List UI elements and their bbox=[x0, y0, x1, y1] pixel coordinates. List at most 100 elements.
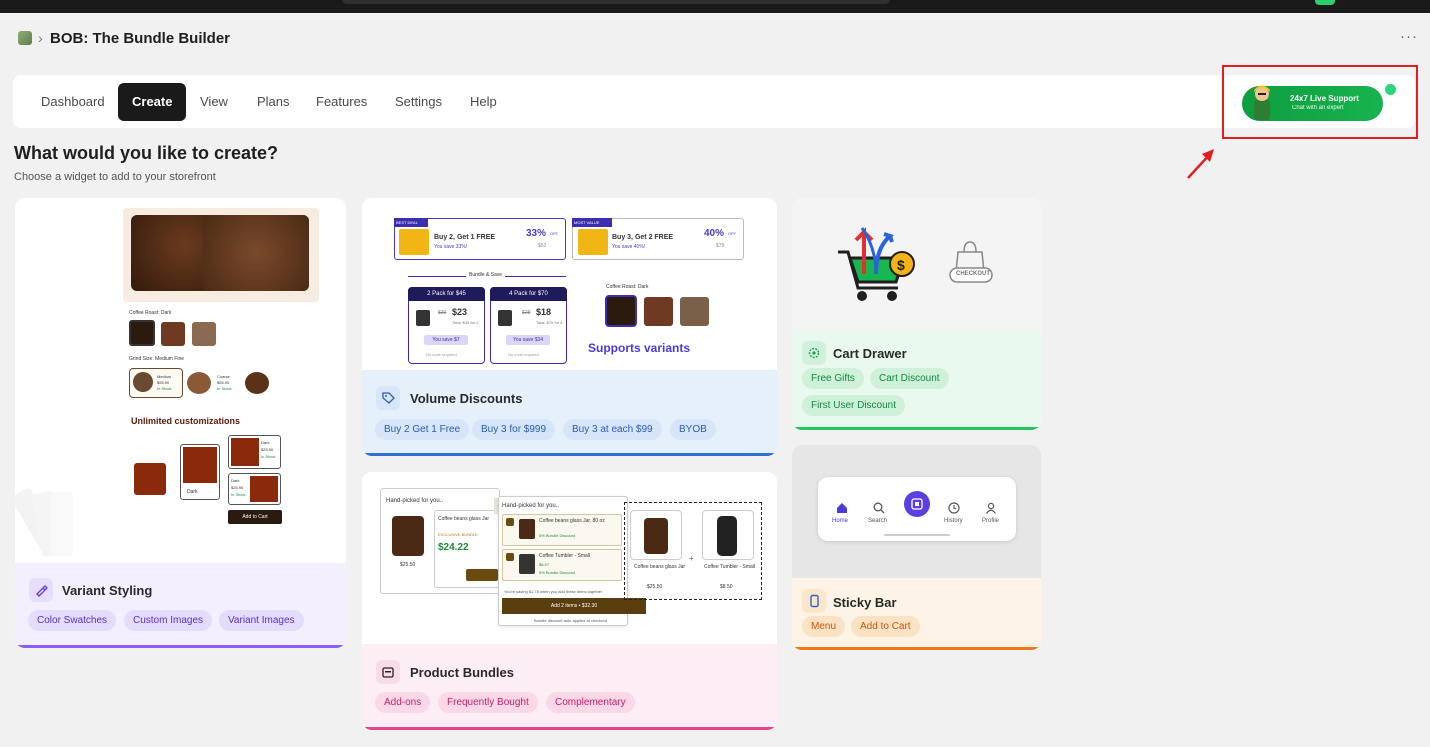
grind-label: Grind Size: Medium Fine bbox=[129, 356, 185, 362]
chip-cart-discount[interactable]: Cart Discount bbox=[870, 368, 949, 389]
dark-swatch-label: Dark bbox=[261, 440, 270, 445]
support-agent-icon bbox=[1254, 85, 1270, 120]
dark-swatch-label: Dark bbox=[231, 478, 240, 483]
tab-settings[interactable]: Settings bbox=[381, 83, 456, 121]
preview-price: $25.50 bbox=[647, 584, 663, 590]
variant-card-footer bbox=[15, 563, 346, 648]
pack-was-price: $28 bbox=[522, 310, 531, 316]
checkout-bag-icon bbox=[949, 241, 993, 283]
chip-frequently-bought[interactable]: Frequently Bought bbox=[438, 692, 538, 713]
app-logo-icon[interactable] bbox=[18, 31, 32, 45]
deal-percent: 40% bbox=[704, 228, 725, 239]
scan-icon bbox=[904, 491, 930, 517]
handpicked-label: Hand-picked for you.. bbox=[502, 503, 560, 509]
chip-buy-3-each[interactable]: Buy 3 at each $99 bbox=[563, 419, 662, 440]
preview-add-to-cart: Add to Cart bbox=[228, 510, 282, 524]
bundles-preview-image: Hand-picked for you.. $25.50 Coffee bean… bbox=[362, 472, 777, 644]
live-support-button[interactable]: 24x7 Live Support Chat with an expert bbox=[1242, 85, 1383, 121]
gear-icon bbox=[802, 341, 826, 365]
support-title: 24x7 Live Support bbox=[1290, 94, 1359, 103]
pack-total: Total: $70 for 4 bbox=[536, 320, 563, 325]
chip-menu[interactable]: Menu bbox=[802, 616, 846, 637]
chip-complementary[interactable]: Complementary bbox=[546, 692, 635, 713]
tab-view[interactable]: View bbox=[186, 83, 242, 121]
chip-free-gifts[interactable]: Free Gifts bbox=[802, 368, 864, 389]
pack-total: Total: $45 for 2 bbox=[452, 320, 479, 325]
pack-header: 4 Pack for $70 bbox=[490, 287, 567, 301]
saving-note: You're saving $1.78 when you add these i… bbox=[504, 589, 603, 594]
customizations-caption: Unlimited customizations bbox=[131, 416, 241, 426]
coffee-beans-image bbox=[131, 215, 309, 291]
more-actions-button[interactable]: ··· bbox=[1400, 28, 1418, 45]
checkout-label: CHECKOUT bbox=[956, 271, 990, 277]
sticky-card-title: Sticky Bar bbox=[833, 595, 897, 610]
tab-create[interactable]: Create bbox=[118, 83, 187, 121]
deal-badge: BEST DEAL bbox=[394, 218, 428, 227]
chip-add-ons[interactable]: Add-ons bbox=[375, 692, 431, 713]
shopping-cart-icon: $ bbox=[838, 227, 915, 301]
variant-styling-card[interactable]: Coffee Roast: Dark Grind Size: Medium Fi… bbox=[15, 198, 346, 648]
pack-now-price: $18 bbox=[536, 307, 552, 317]
preview-price: $8.50 bbox=[720, 584, 733, 590]
deal-price: $52 bbox=[538, 243, 547, 249]
svg-text:$: $ bbox=[897, 257, 905, 273]
chip-first-user-discount[interactable]: First User Discount bbox=[802, 395, 906, 416]
volume-card-footer bbox=[362, 370, 777, 456]
chip-buy-2-get-1[interactable]: Buy 2 Get 1 Free bbox=[375, 419, 470, 440]
cart-card-accent bbox=[792, 427, 1041, 430]
sticky-bar-card[interactable]: Home Search History Profile Sticky Bar M… bbox=[792, 445, 1041, 650]
breadcrumb-separator: › bbox=[38, 30, 43, 46]
preview-item-name: Coffee beans glass Jar bbox=[634, 564, 686, 570]
grind-option-name: Coarse bbox=[217, 374, 230, 379]
no-code-note: No code required bbox=[426, 352, 457, 357]
chip-add-to-cart[interactable]: Add to Cart bbox=[851, 616, 920, 637]
volume-discounts-card[interactable]: BEST DEAL Buy 2, Get 1 FREE You save 33%… bbox=[362, 198, 777, 456]
chip-byob[interactable]: BYOB bbox=[670, 419, 716, 440]
grind-option-price: $55.90 bbox=[217, 380, 230, 385]
deal-title: Buy 2, Get 1 FREE bbox=[434, 234, 496, 241]
bundles-card-accent bbox=[362, 727, 777, 730]
tab-plans[interactable]: Plans bbox=[243, 83, 304, 121]
chip-buy-3-for[interactable]: Buy 3 for $999 bbox=[472, 419, 556, 440]
deal-off: OFF bbox=[550, 231, 558, 236]
chip-custom-images[interactable]: Custom Images bbox=[124, 610, 213, 631]
tab-help[interactable]: Help bbox=[456, 83, 511, 121]
volume-card-title: Volume Discounts bbox=[410, 391, 523, 406]
fine-print: Bundle discount auto applied at checkout bbox=[534, 618, 607, 623]
tab-features[interactable]: Features bbox=[302, 83, 381, 121]
sticky-card-footer bbox=[792, 578, 1041, 650]
chip-color-swatches[interactable]: Color Swatches bbox=[28, 610, 117, 631]
deal-save: You save 40%! bbox=[612, 244, 646, 250]
page-subtitle: Choose a widget to add to your storefron… bbox=[14, 171, 216, 183]
variant-card-accent bbox=[15, 645, 346, 648]
deal-title: Buy 3, Get 2 FREE bbox=[612, 234, 674, 241]
grind-option-price: $55.90 bbox=[157, 380, 170, 385]
cart-drawer-card[interactable]: $ CHECKOUT Cart Drawer Free Gifts Cart D… bbox=[792, 198, 1041, 430]
pack-now-price: $23 bbox=[452, 307, 468, 317]
pack-header: 2 Pack for $45 bbox=[408, 287, 485, 301]
preview-item-name: Coffee Tumbler - Small bbox=[539, 553, 591, 559]
swatch-stock: In Stock bbox=[231, 492, 246, 497]
deal-save: You save 33%! bbox=[434, 244, 468, 250]
sticky-nav-search: Search bbox=[868, 518, 888, 524]
annotation-arrow-icon bbox=[1187, 149, 1214, 179]
product-bundles-card[interactable]: Hand-picked for you.. $25.50 Coffee bean… bbox=[362, 472, 777, 730]
preview-item-name: Coffee beans glass Jar bbox=[438, 516, 490, 522]
address-bar[interactable] bbox=[342, 0, 890, 4]
swatch-price: $25.90 bbox=[231, 485, 244, 490]
grind-option-name: Medium bbox=[157, 374, 172, 379]
sticky-preview-image: Home Search History Profile bbox=[792, 445, 1041, 578]
tag-icon bbox=[376, 386, 400, 410]
bundles-card-footer bbox=[362, 644, 777, 730]
preview-price: $25.50 bbox=[400, 562, 416, 568]
chip-variant-images[interactable]: Variant Images bbox=[219, 610, 304, 631]
sticky-nav-history: History bbox=[944, 518, 963, 524]
main-navigation: Dashboard Create View Plans Features Set… bbox=[13, 75, 1415, 128]
sticky-card-accent bbox=[792, 647, 1041, 650]
exclusive-label: EXCLUSIVE BUNDLE bbox=[438, 532, 478, 537]
bundle-discount-label: 5% Bundle Discount bbox=[539, 533, 576, 538]
grind-option-stock: In Stock bbox=[157, 386, 172, 391]
tab-dashboard[interactable]: Dashboard bbox=[27, 83, 119, 121]
search-icon bbox=[873, 502, 885, 514]
online-status-dot bbox=[1385, 84, 1396, 95]
